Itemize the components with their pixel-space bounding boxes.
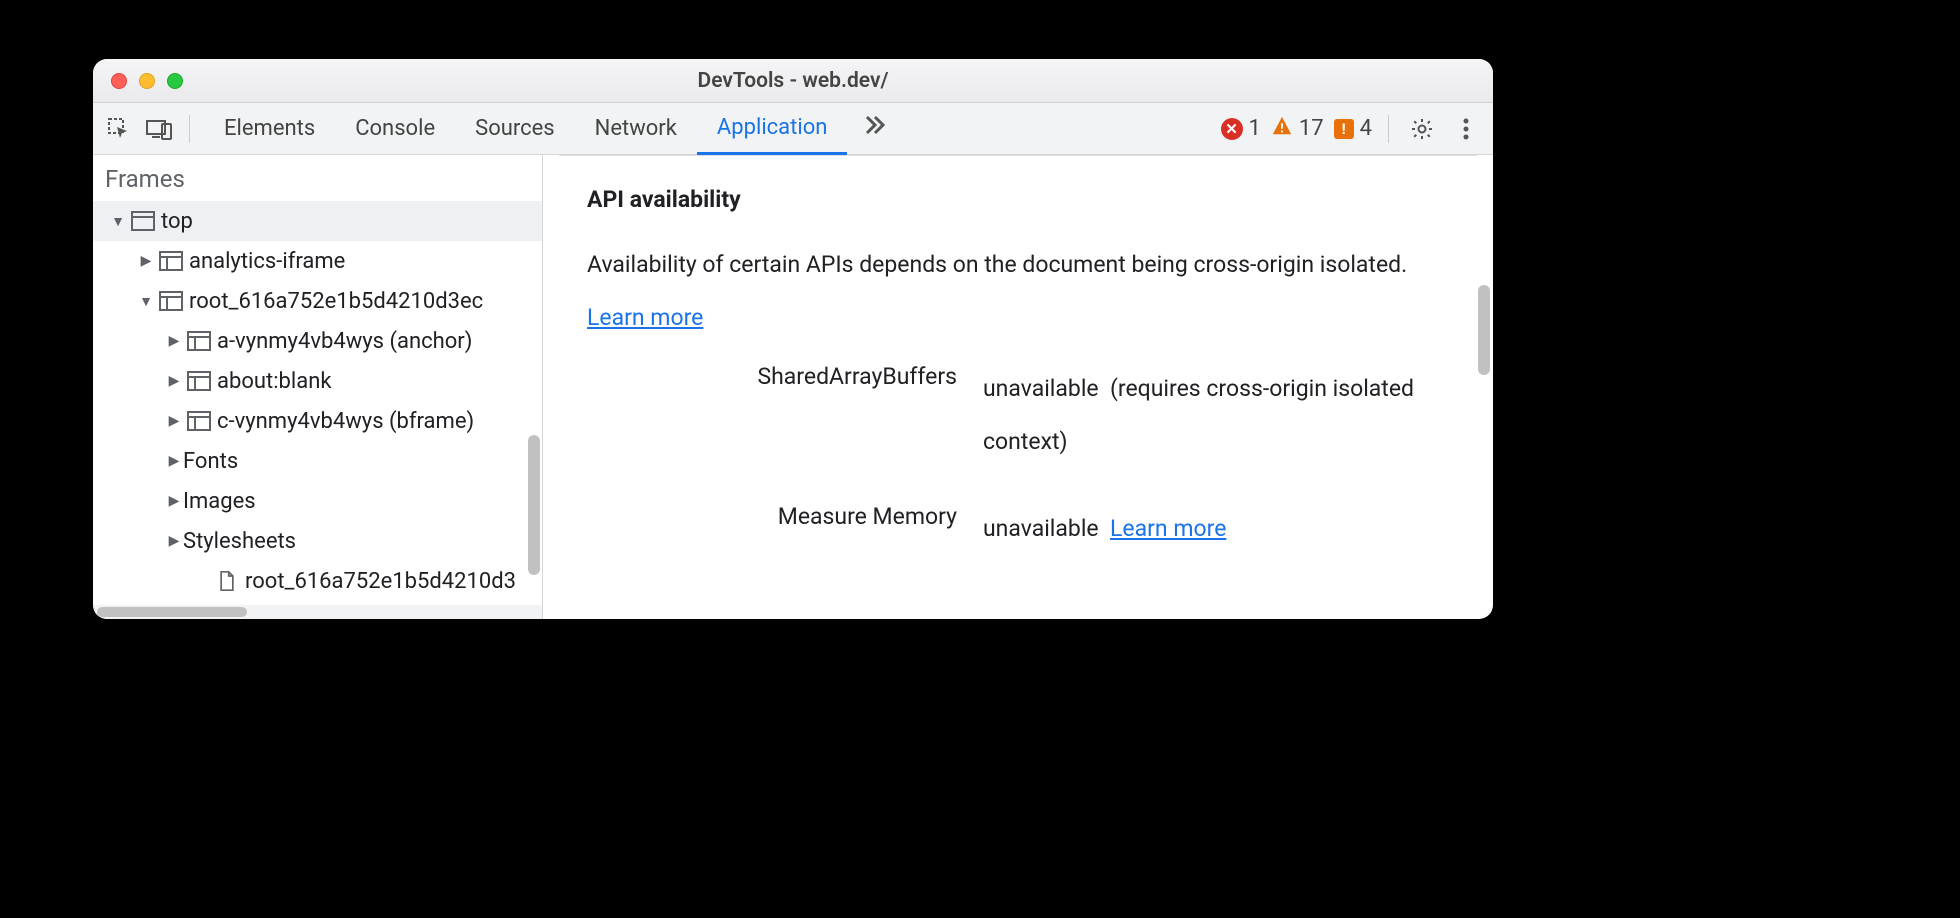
frames-sidebar: Frames ▼ top ▶ analytics-iframe ▼ root_616a75…	[93, 155, 543, 619]
issues-count[interactable]: ! 4	[1334, 116, 1372, 141]
tree-row-label: top	[161, 209, 193, 234]
inspect-element-icon[interactable]	[103, 113, 135, 145]
tree-row[interactable]: ▼ root_616a752e1b5d4210d3ec	[93, 281, 542, 321]
tree-row[interactable]: ▶ analytics-iframe	[93, 241, 542, 281]
sidebar-scrollbar-horizontal[interactable]	[93, 605, 542, 619]
close-window-button[interactable]	[111, 73, 127, 89]
api-row-label: Measure Memory	[707, 503, 957, 556]
tree-row[interactable]: root_616a752e1b5d4210d3	[93, 561, 542, 601]
warning-icon	[1271, 115, 1293, 143]
titlebar: DevTools - web.dev/	[93, 59, 1493, 103]
tabbar-divider-2	[1388, 115, 1389, 143]
tabbar-right: ✕ 1 17 ! 4	[1221, 112, 1483, 146]
more-options-button[interactable]	[1449, 112, 1483, 146]
disclosure-triangle-icon[interactable]: ▼	[109, 213, 127, 230]
maximize-window-button[interactable]	[167, 73, 183, 89]
tree-row-label: Fonts	[183, 449, 238, 474]
minimize-window-button[interactable]	[139, 73, 155, 89]
tab-sources[interactable]: Sources	[455, 103, 575, 155]
section-description: Availability of certain APIs depends on …	[587, 239, 1449, 345]
tree-row[interactable]: ▶ c-vynmy4vb4wys (bframe)	[93, 401, 542, 441]
tree-row-label: c-vynmy4vb4wys (bframe)	[217, 409, 474, 434]
disclosure-triangle-icon[interactable]: ▶	[137, 253, 155, 269]
main-panel: API availability Availability of certain…	[543, 155, 1493, 619]
warnings-value: 17	[1299, 116, 1324, 141]
tabs-container: ElementsConsoleSourcesNetworkApplication	[204, 103, 847, 155]
doc-icon	[215, 571, 239, 591]
tree-row[interactable]: ▼ top	[93, 201, 542, 241]
frame-icon	[187, 331, 211, 351]
settings-button[interactable]	[1405, 112, 1439, 146]
more-tabs-button[interactable]	[855, 113, 895, 144]
frame-icon	[187, 411, 211, 431]
device-toolbar-icon[interactable]	[143, 113, 175, 145]
frame-icon	[187, 371, 211, 391]
disclosure-triangle-icon[interactable]: ▶	[165, 453, 183, 469]
section-title: API availability	[587, 186, 1449, 213]
tree-row-label: about:blank	[217, 369, 332, 394]
disclosure-triangle-icon[interactable]: ▶	[165, 373, 183, 389]
api-row-label: SharedArrayBuffers	[707, 363, 957, 469]
section-description-text: Availability of certain APIs depends on …	[587, 251, 1407, 278]
sidebar-scrollbar-vertical[interactable]	[528, 435, 540, 575]
tab-application[interactable]: Application	[697, 103, 847, 155]
api-row-value: unavailable Learn more	[983, 503, 1449, 556]
tabbar-divider	[189, 115, 190, 143]
disclosure-triangle-icon[interactable]: ▶	[165, 533, 183, 549]
issue-icon: !	[1334, 119, 1354, 139]
disclosure-triangle-icon[interactable]: ▶	[165, 333, 183, 349]
disclosure-triangle-icon[interactable]: ▶	[165, 493, 183, 509]
tree-row-label: Stylesheets	[183, 529, 296, 554]
api-row-value: unavailable (requires cross-origin isola…	[983, 363, 1449, 469]
devtools-window: DevTools - web.dev/ ElementsConsoleSourc…	[93, 59, 1493, 619]
main-scrollbar-vertical[interactable]	[1478, 285, 1490, 375]
main-inner: API availability Availability of certain…	[559, 155, 1477, 555]
tree-row-label: Images	[183, 489, 256, 514]
frames-tree[interactable]: ▼ top ▶ analytics-iframe ▼ root_616a752e1b5d4…	[93, 201, 542, 605]
tree-row[interactable]: ▶Fonts	[93, 441, 542, 481]
tree-row-label: root_616a752e1b5d4210d3ec	[189, 289, 483, 314]
tree-row-label: root_616a752e1b5d4210d3	[245, 569, 516, 594]
tab-console[interactable]: Console	[335, 103, 455, 155]
disclosure-triangle-icon[interactable]: ▶	[165, 413, 183, 429]
api-availability-table: SharedArrayBuffersunavailable (requires …	[707, 363, 1449, 556]
traffic-lights	[93, 73, 183, 89]
api-row-learn-more-link[interactable]: Learn more	[1110, 515, 1226, 542]
errors-value: 1	[1249, 116, 1261, 141]
tree-row-label: analytics-iframe	[189, 249, 345, 274]
errors-count[interactable]: ✕ 1	[1221, 116, 1261, 141]
devtools-tabbar: ElementsConsoleSourcesNetworkApplication…	[93, 103, 1493, 155]
tree-row-label: a-vynmy4vb4wys (anchor)	[217, 329, 472, 354]
tab-elements[interactable]: Elements	[204, 103, 335, 155]
tree-row[interactable]: ▶ about:blank	[93, 361, 542, 401]
window-title: DevTools - web.dev/	[93, 69, 1493, 93]
api-row-status: unavailable	[983, 515, 1099, 542]
tree-row[interactable]: ▶ a-vynmy4vb4wys (anchor)	[93, 321, 542, 361]
error-icon: ✕	[1221, 118, 1243, 140]
api-row-status: unavailable	[983, 375, 1099, 402]
frame-icon	[159, 291, 183, 311]
frame-icon	[159, 251, 183, 271]
disclosure-triangle-icon[interactable]: ▼	[137, 293, 155, 310]
window-icon	[131, 211, 155, 231]
tree-row[interactable]: ▶Images	[93, 481, 542, 521]
devtools-body: Frames ▼ top ▶ analytics-iframe ▼ root_616a75…	[93, 155, 1493, 619]
sidebar-scrollbar-horizontal-thumb[interactable]	[97, 607, 247, 617]
tree-row[interactable]: ▶Stylesheets	[93, 521, 542, 561]
tab-network[interactable]: Network	[575, 103, 697, 155]
warnings-count[interactable]: 17	[1271, 115, 1324, 143]
learn-more-link[interactable]: Learn more	[587, 304, 703, 331]
sidebar-heading: Frames	[93, 155, 542, 201]
issues-value: 4	[1360, 116, 1372, 141]
